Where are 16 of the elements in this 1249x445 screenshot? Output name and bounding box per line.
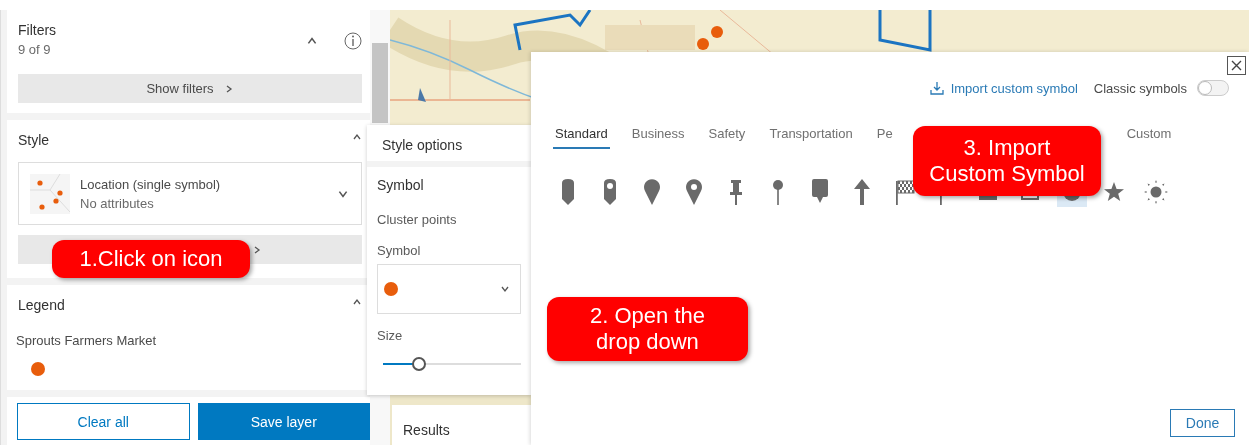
size-label: Size — [377, 328, 404, 343]
callout-tooltip: 2. Open the drop down — [547, 297, 748, 361]
results-title: Results — [392, 405, 532, 445]
section-title: Style — [18, 132, 50, 148]
style-name: Location (single symbol) — [80, 176, 222, 192]
section-title: Filters — [18, 22, 57, 38]
legend-label: Sprouts Farmers Market — [16, 333, 158, 348]
filter-count: 9 of 9 — [18, 42, 52, 57]
callout-tooltip: 1.Click on icon — [52, 240, 250, 278]
symbol-label: Symbol — [377, 243, 422, 258]
cluster-points-label: Cluster points — [377, 212, 458, 227]
callout-tooltip: 3. Import Custom Symbol — [913, 126, 1101, 196]
classic-symbols-label: Classic symbols — [1093, 80, 1187, 96]
section-title: Symbol — [377, 177, 425, 193]
style-subtitle: No attributes — [80, 195, 155, 211]
section-title: Legend — [18, 297, 65, 313]
